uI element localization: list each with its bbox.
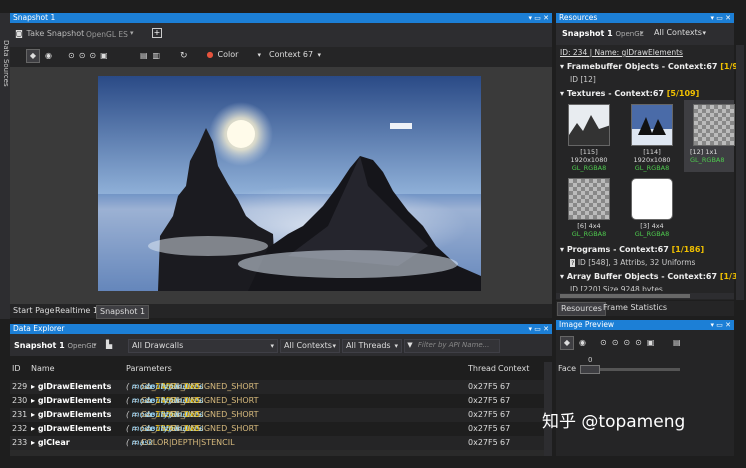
resources-panel-title: Resources [559,13,598,22]
tab-snapshot-1[interactable]: Snapshot 1 [96,305,150,319]
table-header: ID Name Parameters Thread Context [10,364,544,376]
table-row[interactable]: 229 ▸ glDrawElements ( mode = GL_TRIANGL… [10,380,544,394]
resource-id-line: ID: 234 | Name: glDrawElements [560,48,683,57]
api-filter-input[interactable]: ▼ Filter by API Name... [404,339,500,353]
texture-thumb-3[interactable] [631,178,673,220]
face-slider[interactable] [580,365,680,374]
refresh-icon[interactable]: ↻ [180,51,188,61]
resources-hscroll-thumb[interactable] [560,294,690,298]
snapshot-panel-header: Snapshot 1 ▾ ▭ ✕ [10,13,552,23]
context-select[interactable]: Context 67 ▾ [266,49,324,63]
programs-section[interactable]: ▾ Programs - Context:67 [1/186] [560,245,704,254]
data-explorer-title: Data Explorer [13,324,65,333]
col-parameters[interactable]: Parameters [126,364,172,373]
tab-realtime-1[interactable]: Realtime 1 [52,305,101,317]
texture-thumb-12[interactable] [693,104,735,146]
texture-preview-114 [632,105,672,145]
face-slider-thumb[interactable] [580,365,600,374]
zoom-icons[interactable]: ⊙⊙⊙▣ [68,51,112,60]
explorer-contexts-select[interactable]: All Contexts ▾ [280,339,340,353]
texture-thumb-115[interactable] [568,104,610,146]
col-context[interactable]: Context [498,364,529,373]
save-icons[interactable]: ▤▥ [140,51,165,60]
resources-snapshot-label: Snapshot 1 OpenGL [562,29,644,38]
panel-controls[interactable]: ▾ ▭ ✕ [529,324,549,334]
rendered-scene [98,76,481,291]
wireframe-icon[interactable]: ◉ [45,51,52,60]
panel-controls[interactable]: ▾ ▭ ✕ [529,13,549,23]
resources-contexts-select[interactable]: All Contexts ▾ [651,27,709,41]
texture-thumb-6[interactable] [568,178,610,220]
face-label: Face [558,364,577,373]
watermark: 知乎 @topameng [542,412,686,432]
tab-resources[interactable]: Resources [557,302,606,316]
array-buffer-item[interactable]: ID [220] Size 9248 bytes [570,285,663,291]
explorer-snapshot-label: Snapshot 1 OpenGL [14,341,96,350]
program-icon: ? [570,259,576,267]
panel-controls[interactable]: ▾ ▭ ✕ [711,320,731,330]
data-sources-tab[interactable]: Data Sources [0,40,10,110]
texture-caption-6: [6] 4x4 GL_RGBA8 [571,222,607,238]
texture-thumb-114[interactable] [631,104,673,146]
panel-controls[interactable]: ▾ ▭ ✕ [711,13,731,23]
palette-icon: ● [206,50,214,59]
table-row[interactable]: 233 ▸ glClear ( mask = COLOR|DEPTH|STENC… [10,436,544,450]
window-top-frame [0,0,746,13]
rendered-frame[interactable] [98,76,481,291]
texture-caption-12: [12] 1x1 GL_RGBA8 [690,148,725,164]
image-preview-title: Image Preview [559,320,615,329]
table-row[interactable]: 230 ▸ glDrawElements ( mode = GL_TRIANGL… [10,394,544,408]
col-thread[interactable]: Thread [468,364,496,373]
texture-caption-3: [3] 4x4 GL_RGBA8 [634,222,670,238]
framebuffer-item[interactable]: ID [12] [570,75,596,84]
resources-panel-header: Resources ▾ ▭ ✕ [556,13,734,23]
col-name[interactable]: Name [31,364,55,373]
image-preview-header: Image Preview ▾ ▭ ✕ [556,320,734,330]
textures-section[interactable]: ▾ Textures - Context:67 [5/109] [560,89,699,98]
data-explorer-header: Data Explorer ▾ ▭ ✕ [10,324,552,334]
table-row[interactable]: 231 ▸ glDrawElements ( mode = GL_TRIANGL… [10,408,544,422]
tab-start-page[interactable]: Start Page [10,305,57,317]
drawcalls-select[interactable]: All Drawcalls ▾ [128,339,278,353]
add-icon[interactable]: + [152,28,162,38]
snapshot-panel-title: Snapshot 1 [13,13,56,22]
col-id[interactable]: ID [12,364,21,373]
texture-preview-115 [569,105,609,145]
preview-wireframe-icon[interactable]: ◉ [579,338,586,347]
texture-caption-114: [114] 1920x1080 GL_RGBA8 [633,148,671,172]
framebuffer-section[interactable]: ▾ Framebuffer Objects - Context:67 [1/9] [560,62,742,71]
resources-hscroll[interactable] [556,293,734,299]
table-row[interactable]: 232 ▸ glDrawElements ( mode = GL_TRIANGL… [10,422,544,436]
resources-api-dropdown[interactable]: ▾ [640,29,644,37]
api-dropdown-arrow[interactable]: ▾ [130,29,134,37]
resources-vscroll[interactable] [736,45,744,300]
render-target-icon[interactable]: ◆ [26,49,40,63]
tab-frame-statistics[interactable]: Frame Statistics [600,302,670,314]
window-bottom-frame [0,456,746,468]
preview-zoom-icons[interactable]: ⊙⊙⊙⊙▣ [600,338,659,347]
take-snapshot-button[interactable]: ◙ Take Snapshot [14,29,84,39]
preview-render-icon[interactable]: ◆ [560,336,574,350]
api-label: OpenGL ES [86,30,128,39]
image-preview-body [556,330,734,456]
array-buffers-section[interactable]: ▾ Array Buffer Objects - Context:67 [1/3… [560,272,741,281]
program-item[interactable]: ? ID [548], 3 Attribs, 32 Uniforms [570,258,695,267]
explorer-api-dropdown[interactable]: ▾ [93,341,97,349]
filter-icon: ▼ [407,341,413,349]
texture-caption-115: [115] 1920x1080 GL_RGBA8 [570,148,608,172]
face-value: 0 [588,356,593,364]
threads-select[interactable]: All Threads ▾ [342,339,402,353]
camera-icon: ◙ [15,29,23,38]
preview-save-icon[interactable]: ▤ [673,338,681,347]
color-select[interactable]: ● Color ▾ [202,49,264,63]
drawcall-tree-icon[interactable]: ▙ [106,340,112,349]
